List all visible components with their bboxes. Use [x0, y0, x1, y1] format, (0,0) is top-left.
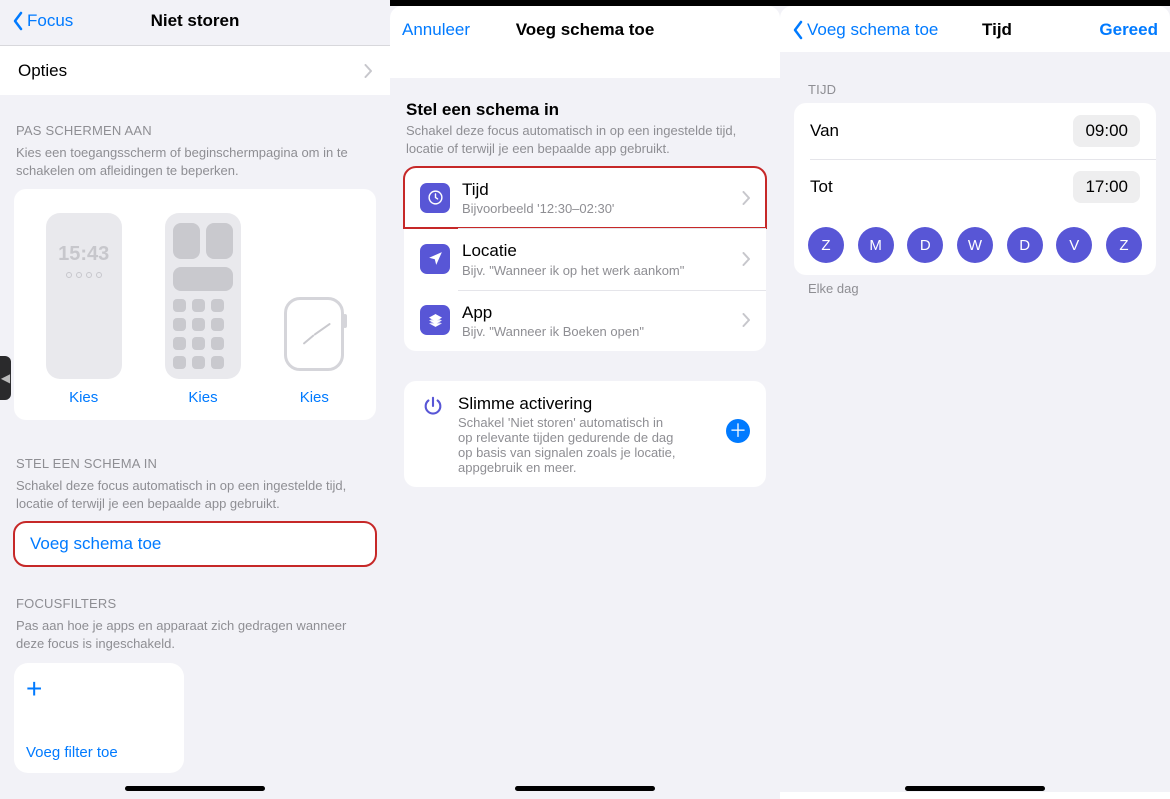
chevron-right-icon	[742, 252, 750, 266]
smart-sub: Schakel 'Niet storen' automatisch in op …	[458, 415, 678, 475]
back-label: Focus	[27, 11, 73, 31]
time-section-header: TIJD	[780, 82, 1170, 103]
plus-circle-icon[interactable]: ＋	[726, 419, 750, 443]
screens-sub: Kies een toegangsscherm of beginschermpa…	[0, 144, 390, 189]
side-tab-icon: ◀	[0, 356, 11, 400]
schedule-time-row[interactable]: Tijd Bijvoorbeeld '12:30–02:30'	[404, 167, 766, 228]
cancel-button[interactable]: Annuleer	[402, 20, 512, 40]
day-chip[interactable]: M	[858, 227, 894, 263]
to-time-value: 17:00	[1085, 177, 1128, 196]
watch-preview	[284, 297, 344, 379]
schedule-type-card: Tijd Bijvoorbeeld '12:30–02:30' Locatie …	[404, 167, 766, 351]
add-filter-label: Voeg filter toe	[26, 744, 172, 761]
schedule-app-row[interactable]: App Bijv. "Wanneer ik Boeken open"	[404, 290, 766, 351]
schedule-header: STEL EEN SCHEMA IN	[0, 456, 390, 477]
navbar: Annuleer Voeg schema toe	[390, 6, 780, 52]
chevron-right-icon	[742, 191, 750, 205]
chevron-right-icon	[364, 64, 372, 78]
day-chip[interactable]: D	[1007, 227, 1043, 263]
schedule-sub: Schakel deze focus automatisch in op een…	[0, 477, 390, 522]
row-title: Tijd	[462, 179, 730, 200]
days-row: Z M D W D V Z	[794, 215, 1156, 275]
location-arrow-icon	[420, 244, 450, 274]
app-stack-icon	[420, 305, 450, 335]
screens-card: 15:43 Kies Kies Kies	[14, 189, 376, 420]
plus-icon: +	[26, 675, 172, 703]
choose-label: Kies	[300, 389, 329, 406]
filters-header: FOCUSFILTERS	[0, 596, 390, 617]
home-screen-option[interactable]: Kies	[165, 213, 241, 406]
page-title: Tijd	[982, 20, 1012, 40]
power-icon	[420, 393, 446, 419]
smart-title: Slimme activering	[458, 393, 714, 414]
from-row: Van 09:00	[794, 103, 1156, 159]
add-schedule-card: Voeg schema toe	[14, 522, 376, 566]
screen-tijd: Voeg schema toe Tijd Gereed TIJD Van 09:…	[780, 0, 1170, 799]
chevron-left-icon	[12, 11, 24, 31]
cancel-label: Annuleer	[402, 20, 470, 40]
day-chip[interactable]: D	[907, 227, 943, 263]
clock-icon	[420, 183, 450, 213]
filters-sub: Pas aan hoe je apps en apparaat zich ged…	[0, 617, 390, 662]
options-row[interactable]: Opties	[0, 46, 390, 95]
day-chip[interactable]: W	[957, 227, 993, 263]
schedule-location-row[interactable]: Locatie Bijv. "Wanneer ik op het werk aa…	[404, 228, 766, 289]
choose-label: Kies	[69, 389, 98, 406]
day-chip[interactable]: Z	[1106, 227, 1142, 263]
row-sub: Bijv. "Wanneer ik Boeken open"	[462, 324, 730, 339]
screens-header: PAS SCHERMEN AAN	[0, 123, 390, 144]
done-button[interactable]: Gereed	[1048, 20, 1158, 40]
lock-time: 15:43	[58, 243, 109, 266]
back-label: Voeg schema toe	[807, 20, 938, 40]
schedule-sub: Schakel deze focus automatisch in op een…	[390, 122, 780, 167]
smart-activation-row[interactable]: Slimme activering Schakel 'Niet storen' …	[404, 381, 766, 487]
from-time-picker[interactable]: 09:00	[1073, 115, 1140, 147]
from-time-value: 09:00	[1085, 121, 1128, 140]
row-sub: Bijv. "Wanneer ik op het werk aankom"	[462, 263, 730, 278]
screen-niet-storen: Focus Niet storen Opties PAS SCHERMEN AA…	[0, 0, 390, 799]
navbar: Voeg schema toe Tijd Gereed	[780, 6, 1170, 52]
day-chip[interactable]: Z	[808, 227, 844, 263]
options-label: Opties	[18, 60, 352, 81]
day-chip[interactable]: V	[1056, 227, 1092, 263]
to-label: Tot	[810, 176, 1061, 197]
done-label: Gereed	[1099, 20, 1158, 40]
screen-voeg-schema-toe: Annuleer Voeg schema toe Stel een schema…	[390, 0, 780, 799]
options-row-card: Opties	[0, 46, 390, 95]
every-day-footnote: Elke dag	[780, 275, 1170, 296]
add-schedule-button[interactable]: Voeg schema toe	[14, 522, 376, 566]
add-schedule-label: Voeg schema toe	[30, 534, 161, 554]
back-button[interactable]: Focus	[12, 11, 122, 31]
page-title: Niet storen	[122, 11, 268, 31]
watch-option[interactable]: Kies	[284, 297, 344, 406]
time-card: Van 09:00 Tot 17:00 Z M D W D V Z	[794, 103, 1156, 275]
smart-activation-card: Slimme activering Schakel 'Niet storen' …	[404, 381, 766, 487]
row-title: Locatie	[462, 240, 730, 261]
chevron-right-icon	[742, 313, 750, 327]
to-time-picker[interactable]: 17:00	[1073, 171, 1140, 203]
navbar: Focus Niet storen	[0, 0, 390, 46]
home-screen-preview	[165, 213, 241, 379]
chevron-left-icon	[792, 20, 804, 40]
from-label: Van	[810, 120, 1061, 141]
lock-screen-option[interactable]: 15:43 Kies	[46, 213, 122, 406]
back-button[interactable]: Voeg schema toe	[792, 20, 942, 40]
row-sub: Bijvoorbeeld '12:30–02:30'	[462, 201, 730, 216]
page-title: Voeg schema toe	[512, 20, 658, 40]
home-indicator	[515, 786, 655, 791]
home-indicator	[125, 786, 265, 791]
add-filter-card[interactable]: + Voeg filter toe	[14, 663, 184, 773]
lock-screen-preview: 15:43	[46, 213, 122, 379]
home-indicator	[905, 786, 1045, 791]
choose-label: Kies	[188, 389, 217, 406]
to-row: Tot 17:00	[794, 159, 1156, 215]
row-title: App	[462, 302, 730, 323]
schedule-header: Stel een schema in	[390, 100, 780, 122]
